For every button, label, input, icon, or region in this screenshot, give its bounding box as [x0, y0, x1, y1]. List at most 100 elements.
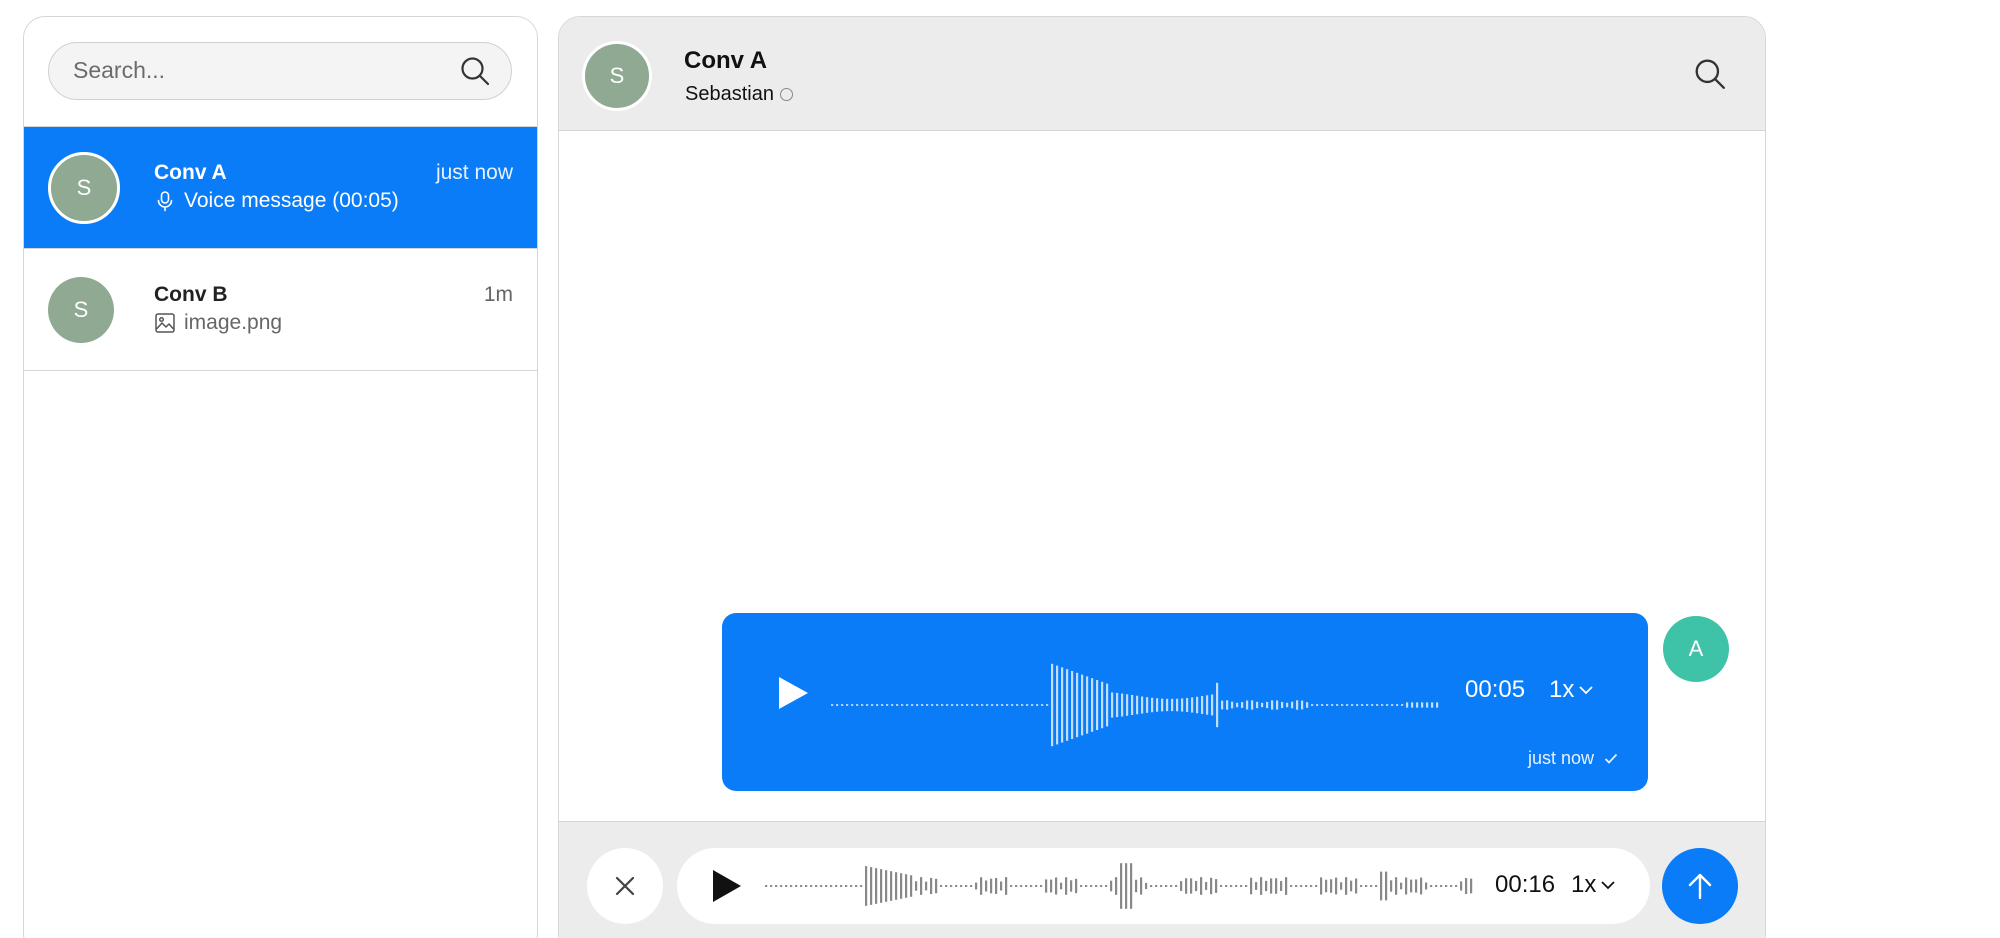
search-icon[interactable]: [459, 55, 491, 87]
waveform-bar: [1166, 698, 1169, 712]
waveform-bar: [1310, 885, 1313, 887]
waveform-bar: [971, 704, 974, 706]
play-icon[interactable]: [711, 868, 743, 904]
recording-waveform[interactable]: [763, 862, 1473, 910]
waveform-bar: [1120, 863, 1123, 909]
message-waveform[interactable]: [829, 661, 1441, 749]
waveform-bar: [1135, 879, 1138, 893]
recording-speed-button[interactable]: 1x: [1571, 871, 1616, 899]
waveform-bar: [1405, 877, 1408, 895]
waveform-bar: [841, 704, 844, 706]
waveform-bar: [1231, 701, 1234, 709]
waveform-bar: [1301, 700, 1304, 710]
waveform-bar: [1391, 704, 1394, 706]
waveform-bar: [1055, 877, 1058, 895]
waveform-bar: [1431, 702, 1434, 708]
waveform-bar: [1255, 882, 1258, 890]
waveform-bar: [1401, 704, 1404, 706]
avatar: S: [48, 152, 120, 224]
waveform-bar: [1021, 704, 1024, 706]
waveform-bar: [1070, 880, 1073, 892]
waveform-bar: [1376, 704, 1379, 706]
waveform-bar: [1351, 704, 1354, 706]
send-button[interactable]: [1662, 848, 1738, 924]
waveform-bar: [1000, 881, 1003, 891]
waveform-bar: [1465, 878, 1468, 894]
speed-label: 1x: [1549, 676, 1575, 703]
waveform-bar: [976, 704, 979, 706]
waveform-bar: [1040, 885, 1043, 887]
waveform-bar: [1086, 676, 1089, 734]
waveform-bar: [1245, 885, 1248, 887]
waveform-bar: [886, 704, 889, 706]
waveform-bar: [1436, 702, 1439, 708]
waveform-bar: [1285, 877, 1288, 895]
waveform-bar: [1195, 880, 1198, 892]
waveform-bar: [1036, 704, 1039, 706]
waveform-bar: [995, 878, 998, 894]
waveform-bar: [866, 704, 869, 706]
waveform-bar: [1090, 885, 1093, 887]
waveform-bar: [1350, 880, 1353, 892]
waveform-bar: [1210, 877, 1213, 895]
waveform-bar: [965, 885, 968, 887]
waveform-bar: [1430, 885, 1433, 887]
waveform-bar: [956, 704, 959, 706]
waveform-bar: [1256, 701, 1259, 709]
waveform-bar: [870, 867, 873, 905]
waveform-bar: [1286, 702, 1289, 708]
play-icon[interactable]: [776, 675, 810, 711]
waveform-bar: [1325, 879, 1328, 893]
waveform-bar: [1455, 885, 1458, 887]
waveform-bar: [1396, 704, 1399, 706]
waveform-bar: [1355, 878, 1358, 894]
waveform-bar: [1336, 704, 1339, 706]
waveform-bar: [795, 885, 798, 887]
waveform-bar: [1035, 885, 1038, 887]
search-input[interactable]: [49, 43, 449, 98]
waveform-bar: [1145, 882, 1148, 890]
cancel-recording-button[interactable]: [587, 848, 663, 924]
conversation-item[interactable]: S Conv A just now Voice message (00:05): [24, 127, 537, 249]
waveform-bar: [1215, 879, 1218, 893]
waveform-bar: [1345, 877, 1348, 895]
waveform-bar: [1126, 694, 1129, 716]
waveform-bar: [950, 885, 953, 887]
waveform-bar: [1051, 663, 1054, 747]
waveform-bar: [1411, 702, 1414, 708]
waveform-bar: [1395, 877, 1398, 895]
waveform-bar: [896, 704, 899, 706]
waveform-bar: [921, 704, 924, 706]
waveform-bar: [1216, 682, 1219, 728]
waveform-bar: [1416, 702, 1419, 708]
waveform-bar: [1235, 885, 1238, 887]
waveform-bar: [986, 704, 989, 706]
waveform-bar: [1081, 674, 1084, 736]
waveform-bar: [955, 885, 958, 887]
message-speed-button[interactable]: 1x: [1549, 676, 1594, 704]
chat-avatar[interactable]: S: [582, 41, 652, 111]
waveform-bar: [1110, 880, 1113, 892]
conversation-item[interactable]: S Conv B 1m image.png: [24, 249, 537, 371]
waveform-bar: [970, 885, 973, 887]
waveform-bar: [936, 704, 939, 706]
conversation-preview: image.png: [154, 311, 282, 335]
recording-preview: 00:16 1x: [677, 848, 1650, 924]
waveform-bar: [1316, 704, 1319, 706]
waveform-bar: [845, 885, 848, 887]
conversation-preview: Voice message (00:05): [154, 189, 399, 213]
waveform-bar: [1330, 879, 1333, 893]
waveform-bar: [1341, 704, 1344, 706]
chat-search-icon[interactable]: [1693, 57, 1727, 91]
waveform-bar: [1420, 877, 1423, 895]
waveform-bar: [1381, 704, 1384, 706]
waveform-bar: [931, 704, 934, 706]
waveform-bar: [765, 885, 768, 887]
search-box: [48, 42, 512, 100]
waveform-bar: [1141, 696, 1144, 714]
waveform-bar: [1206, 695, 1209, 715]
waveform-bar: [900, 873, 903, 899]
waveform-bar: [775, 885, 778, 887]
waveform-bar: [785, 885, 788, 887]
chat-panel: S Conv A Sebastian 00:05 1x just now A 0…: [558, 16, 1766, 938]
